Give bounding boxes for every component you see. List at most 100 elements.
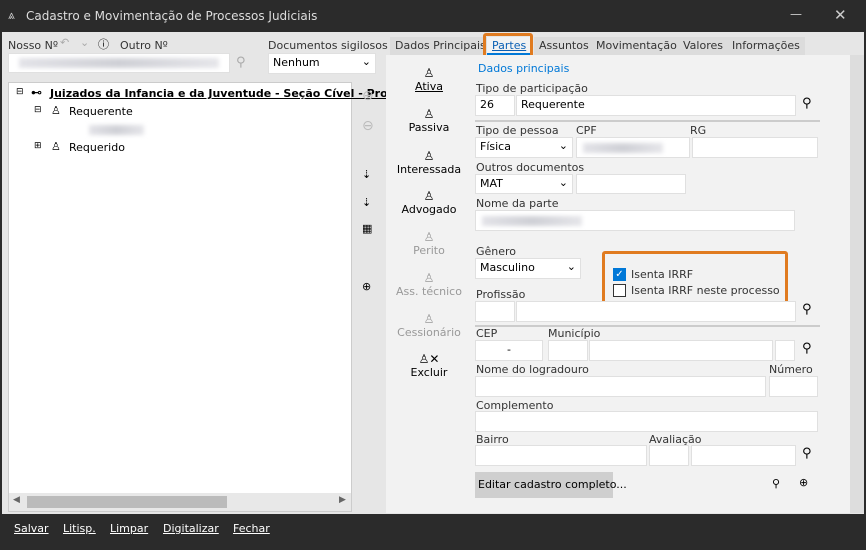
sort-date-icon[interactable]: ▦ [362, 222, 372, 235]
bottom-toolbar: Salvar Litisp. Limpar Digitalizar Fechar [0, 514, 866, 550]
add-filter-icon[interactable]: ⊕ [362, 280, 371, 293]
tipo-part-label: Tipo de participação [476, 82, 588, 95]
logradouro-label: Nome do logradouro [476, 363, 589, 376]
tab-movimentacao[interactable]: Movimentação [591, 37, 682, 55]
tree-root[interactable]: Juizados da Infancia e da Juventude - Se… [50, 87, 408, 100]
cpf-input[interactable] [576, 137, 690, 158]
complemento-input[interactable] [475, 411, 818, 432]
info-icon[interactable]: ⓘ [98, 36, 109, 52]
isenta-proc-label[interactable]: Isenta IRRF neste processo [631, 284, 780, 297]
collapse-icon[interactable]: ⊟ [16, 87, 24, 97]
editar-cadastro-button[interactable]: Editar cadastro completo... [475, 472, 627, 498]
municipio-input[interactable] [589, 340, 773, 361]
passiva-button[interactable]: ♙ Passiva [389, 107, 469, 134]
add-icon[interactable]: ⊕ [362, 88, 374, 104]
search-icon[interactable]: ⚲ [802, 446, 812, 461]
search-icon[interactable]: ⚲ [802, 341, 812, 356]
chevron-down-icon: ⌄ [566, 260, 576, 273]
collapse-icon[interactable]: ⊟ [34, 105, 42, 115]
municipio-label: Município [548, 327, 601, 340]
uf-input[interactable] [775, 340, 795, 361]
isenta-proc-checkbox[interactable] [613, 284, 626, 297]
rg-input[interactable] [692, 137, 818, 158]
tab-informacoes[interactable]: Informações [727, 37, 805, 55]
digitalizar-button[interactable]: Digitalizar [163, 522, 219, 535]
close-button[interactable]: ✕ [834, 6, 847, 24]
person-a-icon: ♙ [51, 104, 61, 117]
horizontal-scrollbar[interactable]: ◀ ▶ [9, 493, 351, 511]
person-r-icon: ♙ [423, 189, 435, 203]
delete-person-icon: ♙✕ [418, 352, 440, 366]
tree-view: ⊟ ⊷ Juizados da Infancia e da Juventude … [8, 82, 408, 512]
litisp-button[interactable]: Litisp. [63, 522, 96, 535]
docs-select[interactable]: Nenhum ⌄ [268, 53, 376, 74]
profissao-label: Profissão [476, 288, 526, 301]
minimize-button[interactable]: — [790, 7, 802, 21]
chevron-down-icon[interactable]: ⌄ [80, 36, 89, 49]
ativa-button[interactable]: ♙ Ativa [389, 66, 469, 93]
expand-icon[interactable]: ⊞ [34, 141, 42, 151]
docs-label: Documentos sigilosos [268, 39, 388, 52]
cep-input[interactable]: - [475, 340, 543, 361]
chevron-down-icon: ⌄ [558, 176, 568, 189]
outro-label: Outro Nº [120, 39, 168, 52]
profissao-code[interactable] [475, 301, 515, 322]
sort-za-icon[interactable]: ⇣ [362, 196, 371, 209]
isenta-irrf-label[interactable]: Isenta IRRF [631, 268, 693, 281]
ass-tecnico-button[interactable]: ♙ Ass. técnico [389, 271, 469, 298]
person-p-icon: ♙ [51, 140, 61, 153]
person-a-icon: ♙ [423, 66, 435, 80]
numero-input[interactable] [769, 376, 818, 397]
genero-select[interactable]: Masculino ⌄ [475, 258, 581, 279]
bairro-input[interactable] [475, 445, 647, 466]
tree-requerente[interactable]: Requerente [69, 105, 133, 118]
outros-select[interactable]: MAT ⌄ [475, 174, 573, 194]
sort-az-icon[interactable]: ⇣ [362, 168, 371, 181]
genero-label: Gênero [476, 245, 517, 258]
advogado-button[interactable]: ♙ Advogado [389, 189, 469, 216]
profissao-input[interactable] [516, 301, 796, 322]
section-dados-principais[interactable]: Dados principais [478, 62, 569, 75]
nome-input[interactable] [475, 210, 795, 231]
interessada-button[interactable]: ♙ Interessada [389, 149, 469, 176]
excluir-button[interactable]: ♙✕ Excluir [389, 352, 469, 379]
back-icon[interactable]: ↶ [60, 36, 69, 49]
avaliacao-input[interactable] [691, 445, 796, 466]
person-search-icon[interactable]: ⚲ [772, 477, 780, 490]
logradouro-input[interactable] [475, 376, 766, 397]
tab-dados-principais[interactable]: Dados Principais [390, 37, 491, 55]
tipo-part-code[interactable]: 26 [475, 95, 515, 116]
nosso-label: Nosso Nº [8, 39, 59, 52]
tab-assuntos[interactable]: Assuntos [534, 37, 594, 55]
search-icon[interactable]: ⚲ [802, 302, 812, 317]
person-icon: ♙ [423, 312, 435, 326]
avaliacao-code[interactable] [649, 445, 689, 466]
scrollbar-thumb[interactable] [27, 496, 227, 508]
fechar-button[interactable]: Fechar [233, 522, 270, 535]
docs-value: Nenhum [273, 56, 320, 69]
outros-input[interactable] [576, 174, 686, 194]
tab-valores[interactable]: Valores [678, 37, 728, 55]
nosso-input[interactable] [8, 53, 230, 73]
vertical-scrollbar[interactable] [850, 55, 864, 513]
person-i-icon: ♙ [423, 149, 435, 163]
tipo-part-input[interactable]: Requerente [516, 95, 796, 116]
remove-icon[interactable]: ⊖ [362, 118, 374, 134]
limpar-button[interactable]: Limpar [110, 522, 148, 535]
tree-requerido[interactable]: Requerido [69, 141, 125, 154]
divider [475, 120, 820, 122]
search-icon[interactable]: ⚲ [236, 55, 246, 70]
cessionario-button[interactable]: ♙ Cessionário [389, 312, 469, 339]
perito-button[interactable]: ♙ Perito [389, 230, 469, 257]
add-document-icon[interactable]: ⊕ [799, 476, 808, 489]
chevron-down-icon: ⌄ [361, 55, 371, 68]
isenta-irrf-checkbox[interactable]: ✓ [613, 268, 626, 281]
search-icon[interactable]: ⚲ [802, 96, 812, 111]
rg-label: RG [690, 124, 707, 137]
window-title: Cadastro e Movimentação de Processos Jud… [26, 9, 318, 23]
divider [475, 325, 820, 327]
municipio-code[interactable] [548, 340, 588, 361]
salvar-button[interactable]: Salvar [14, 522, 49, 535]
court-icon: ⊷ [31, 86, 42, 99]
tipo-pessoa-select[interactable]: Física ⌄ [475, 137, 573, 158]
